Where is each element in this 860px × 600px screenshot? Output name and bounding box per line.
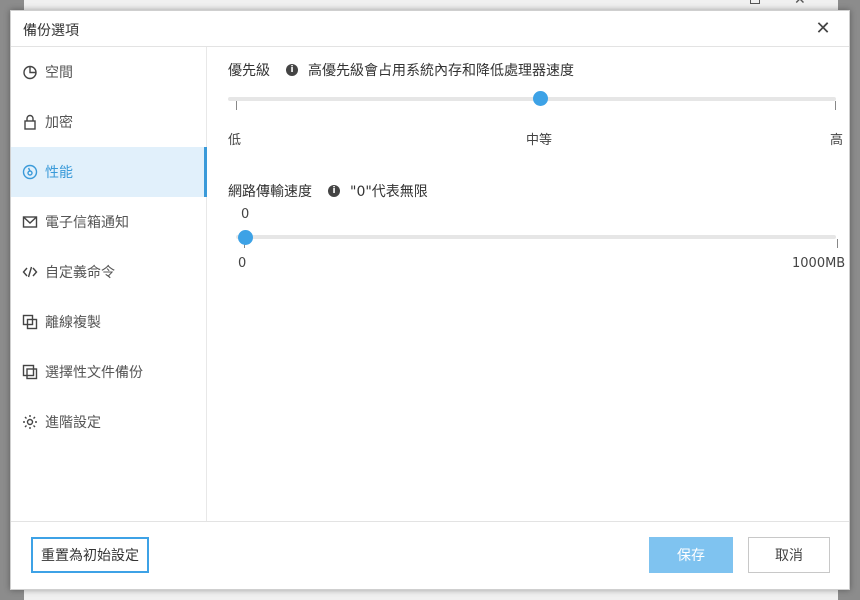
priority-tick-label-medium: 中等 [526,133,553,148]
priority-label: 優先級 [228,63,270,79]
background-maximize-icon [750,0,760,4]
priority-row: 優先級 i 高優先級會占用系統內存和降低處理器速度 [228,60,574,80]
sidebar-item-label: 選擇性文件備份 [45,365,143,381]
priority-tick-low [236,101,237,110]
sidebar-item-label: 加密 [45,115,73,131]
reset-defaults-button[interactable]: 重置為初始設定 [31,537,149,573]
copy-icon [21,313,39,331]
priority-hint: 高優先級會占用系統內存和降低處理器速度 [308,63,574,79]
network-speed-label: 網路傳輸速度 [228,184,312,200]
dialog-titlebar: 備份選項 ✕ [11,11,849,47]
performance-panel: 優先級 i 高優先級會占用系統內存和降低處理器速度 低 中等 高 網路傳輸速度 … [208,47,849,521]
info-icon: i [286,64,298,76]
sidebar-item-performance[interactable]: 性能 [11,147,207,197]
code-icon [21,263,39,281]
network-slider-thumb[interactable] [238,230,253,245]
sidebar-item-label: 電子信箱通知 [45,215,129,231]
lock-icon [21,113,39,131]
sidebar-item-custom-command[interactable]: 自定義命令 [11,247,207,297]
close-icon[interactable]: ✕ [811,17,835,41]
mail-icon [21,213,39,231]
sidebar-item-selective-backup[interactable]: 選擇性文件備份 [11,347,207,397]
network-current-value: 0 [241,207,250,222]
cancel-button[interactable]: 取消 [748,537,830,573]
sidebar-item-advanced-settings[interactable]: 進階設定 [11,397,207,447]
network-slider-track[interactable] [236,235,836,239]
network-min-label: 0 [238,256,247,271]
priority-tick-label-low: 低 [228,133,242,148]
sidebar-item-space[interactable]: 空間 [11,47,207,97]
gauge-icon [21,163,39,181]
sidebar-item-encryption[interactable]: 加密 [11,97,207,147]
sidebar-item-label: 空間 [45,65,73,81]
sidebar-item-email-notification[interactable]: 電子信箱通知 [11,197,207,247]
priority-tick-label-high: 高 [830,133,844,148]
backup-options-dialog: 備份選項 ✕ 空間 加密 性能 電子信箱通知 自定義命令 離線複製 選擇性文件備… [10,10,850,590]
sidebar-item-label: 性能 [45,165,73,181]
dialog-title: 備份選項 [23,23,79,39]
gear-icon [21,413,39,431]
priority-slider-thumb[interactable] [533,91,548,106]
priority-tick-high [835,101,836,110]
network-max-label: 1000MB [792,256,846,271]
network-row: 網路傳輸速度 i "0"代表無限 [228,181,428,201]
sidebar-item-label: 離線複製 [45,315,101,331]
pie-chart-icon [21,63,39,81]
network-hint: "0"代表無限 [350,184,428,200]
dialog-footer: 重置為初始設定 保存 取消 [11,521,849,590]
network-tick-max [837,239,838,248]
sidebar-item-label: 進階設定 [45,415,101,431]
save-button[interactable]: 保存 [649,537,733,573]
sidebar-item-label: 自定義命令 [45,265,115,281]
sidebar-item-offline-copy[interactable]: 離線複製 [11,297,207,347]
priority-slider-track[interactable] [228,97,836,101]
file-select-icon [21,363,39,381]
sidebar: 空間 加密 性能 電子信箱通知 自定義命令 離線複製 選擇性文件備份 進階設定 [11,47,207,521]
background-close-icon: ✕ [794,0,806,8]
info-icon: i [328,185,340,197]
